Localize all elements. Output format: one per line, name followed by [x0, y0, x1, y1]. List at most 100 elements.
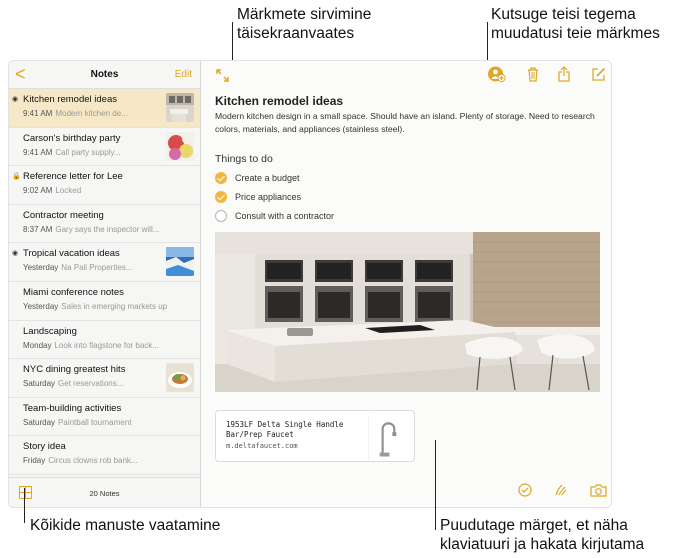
- checklist-item[interactable]: Create a budget: [215, 172, 300, 184]
- camera-icon[interactable]: [590, 483, 607, 497]
- callout-tap-line2: klaviatuuri ja hakata kirjutama: [440, 536, 645, 553]
- note-item-preview: Look into flagstone for back...: [54, 340, 159, 350]
- note-item-preview: Gary says the inspector will...: [55, 224, 160, 234]
- callout-tap-line1: Puudutage märget, et näha: [440, 517, 628, 534]
- note-item-preview: Locked: [55, 186, 82, 196]
- note-item-subtitle: Saturday Get reservations...: [23, 378, 160, 389]
- lock-icon: 🔒: [12, 173, 21, 181]
- note-item-subtitle: 9:41 AM Call party supply...: [23, 147, 160, 158]
- sidebar-footer: 20 Notes: [9, 477, 200, 507]
- note-item-time: Friday: [23, 456, 46, 466]
- notes-count: 20 Notes: [89, 489, 120, 498]
- compose-icon[interactable]: [592, 67, 606, 81]
- note-item-time: 9:41 AM: [23, 147, 53, 157]
- note-title: Kitchen remodel ideas: [215, 94, 344, 108]
- note-item-preview: Modern kitchen de...: [55, 109, 128, 118]
- checklist-item-label: Create a budget: [235, 173, 300, 183]
- note-list-item[interactable]: ◉ Tropical vacation ideas Yesterday Na Pa…: [9, 243, 200, 282]
- note-item-preview: Get reservations...: [58, 379, 124, 389]
- note-item-title: Tropical vacation ideas: [23, 248, 120, 260]
- note-list-item[interactable]: Team-building activities Saturday Paintba…: [9, 398, 200, 437]
- note-item-subtitle: 9:02 AM Locked: [23, 185, 196, 196]
- unchecked-circle-icon[interactable]: [215, 210, 227, 222]
- note-item-title: Team-building activities: [23, 402, 122, 414]
- note-list-item[interactable]: Landscaping Monday Look into flagstone fo…: [9, 321, 200, 360]
- note-item-time: Monday: [23, 340, 52, 350]
- faucet-image: [368, 415, 406, 459]
- note-editor[interactable]: Kitchen remodel ideas Modern kitchen des…: [202, 61, 611, 507]
- notes-app-window: < Notes Edit ◉ Kitchen remodel ideas 9:4…: [8, 60, 612, 508]
- note-list-item[interactable]: Miami conference notes Yesterday Sales in…: [9, 282, 200, 321]
- sidebar-header: < Notes Edit: [9, 61, 200, 89]
- callout-invite-line1: Kutsuge teisi tegema: [491, 6, 636, 23]
- checklist-item[interactable]: Price appliances: [215, 191, 301, 203]
- note-body-text: Modern kitchen design in a small space. …: [215, 111, 595, 134]
- note-item-subtitle: Friday Circus clowns rob bank...: [23, 455, 196, 466]
- note-item-time: 9:41 AM: [23, 109, 53, 118]
- checklist-heading: Things to do: [215, 153, 273, 165]
- note-item-time: 9:02 AM: [23, 186, 53, 196]
- link-url: m.deltafaucet.com: [226, 442, 298, 450]
- note-list-item[interactable]: 🔒 Reference letter for Lee 9:02 AM Locked: [9, 166, 200, 205]
- note-item-preview: Call party supply...: [55, 147, 121, 157]
- cupcake-thumbnail: [166, 131, 194, 161]
- note-item-subtitle: 9:41 AM Modern kitchen de...: [23, 108, 160, 119]
- checklist-item-label: Price appliances: [235, 192, 302, 202]
- callout-attachments-leader: [24, 488, 25, 523]
- callout-invite: Kutsuge teisi tegema muudatusi teie märk…: [491, 5, 660, 43]
- note-list-item[interactable]: NYC dining greatest hits Saturday Get res…: [9, 359, 200, 398]
- share-icon[interactable]: [558, 66, 570, 82]
- note-item-title: Reference letter for Lee: [23, 171, 123, 183]
- note-item-subtitle: Monday Look into flagstone for back...: [23, 340, 196, 351]
- kitchen-thumbnail: [166, 93, 194, 122]
- shared-icon: ◉: [12, 96, 19, 103]
- callout-invite-line2: muudatusi teie märkmes: [491, 25, 660, 42]
- link-preview-card[interactable]: 1953LF Delta Single Handle Bar/Prep Fauc…: [215, 410, 415, 462]
- checked-circle-icon[interactable]: [215, 172, 227, 184]
- link-title: 1953LF Delta Single Handle Bar/Prep Fauc…: [226, 420, 344, 439]
- callout-tap: Puudutage märget, et näha klaviatuuri ja…: [440, 516, 644, 554]
- callout-fullscreen-line1: Märkmete sirvimine: [237, 6, 372, 23]
- note-item-title: Kitchen remodel ideas: [23, 94, 117, 105]
- note-item-preview: Sales in emerging markets up: [61, 301, 168, 311]
- note-list-item[interactable]: Story idea Friday Circus clowns rob bank.…: [9, 436, 200, 475]
- fullscreen-expand-icon[interactable]: [216, 69, 229, 82]
- sidebar-title: Notes: [90, 69, 119, 80]
- note-item-title: Landscaping: [23, 325, 77, 337]
- add-person-icon[interactable]: [488, 66, 506, 83]
- note-item-preview: Na Pali Properties...: [61, 263, 133, 273]
- note-item-title: Contractor meeting: [23, 209, 104, 221]
- sketch-icon[interactable]: [554, 483, 568, 497]
- note-item-preview: Circus clowns rob bank...: [48, 456, 138, 466]
- note-item-preview: Paintball tournament: [58, 417, 132, 427]
- note-item-time: Yesterday: [23, 301, 59, 311]
- notes-sidebar: < Notes Edit ◉ Kitchen remodel ideas 9:4…: [9, 61, 201, 507]
- shared-icon: ◉: [12, 250, 19, 258]
- note-item-subtitle: Saturday Paintball tournament: [23, 417, 196, 428]
- note-item-time: Yesterday: [23, 263, 59, 273]
- note-list-item[interactable]: ◉ Kitchen remodel ideas 9:41 AM Modern ki…: [9, 89, 200, 128]
- note-item-title: NYC dining greatest hits: [23, 364, 126, 376]
- callout-attachments: Kõikide manuste vaatamine: [30, 517, 221, 534]
- dining-thumbnail: [166, 363, 194, 393]
- note-item-title: Story idea: [23, 441, 66, 453]
- kitchen-photo[interactable]: [215, 232, 600, 392]
- note-item-time: Saturday: [23, 379, 56, 389]
- checklist-item-label: Consult with a contractor: [235, 211, 335, 221]
- note-item-title: Miami conference notes: [23, 286, 124, 298]
- note-item-subtitle: 8:37 AM Gary says the inspector will...: [23, 224, 196, 235]
- note-item-time: Saturday: [23, 417, 56, 427]
- note-list-item[interactable]: Carson's birthday party 9:41 AM Call part…: [9, 128, 200, 167]
- checked-circle-icon[interactable]: [215, 191, 227, 203]
- note-item-title: Carson's birthday party: [23, 132, 121, 144]
- checklist-icon[interactable]: [518, 483, 532, 497]
- callout-tap-leader: [435, 440, 436, 530]
- callout-fullscreen: Märkmete sirvimine täisekraanvaates: [237, 5, 371, 43]
- note-item-time: 8:37 AM: [23, 224, 53, 234]
- checklist-item[interactable]: Consult with a contractor: [215, 210, 334, 222]
- note-item-subtitle: Yesterday Sales in emerging markets up: [23, 301, 196, 312]
- trash-icon[interactable]: [527, 67, 539, 82]
- edit-button[interactable]: Edit: [175, 69, 192, 80]
- note-list-item[interactable]: Contractor meeting 8:37 AM Gary says the …: [9, 205, 200, 244]
- note-toolbar: [202, 61, 611, 89]
